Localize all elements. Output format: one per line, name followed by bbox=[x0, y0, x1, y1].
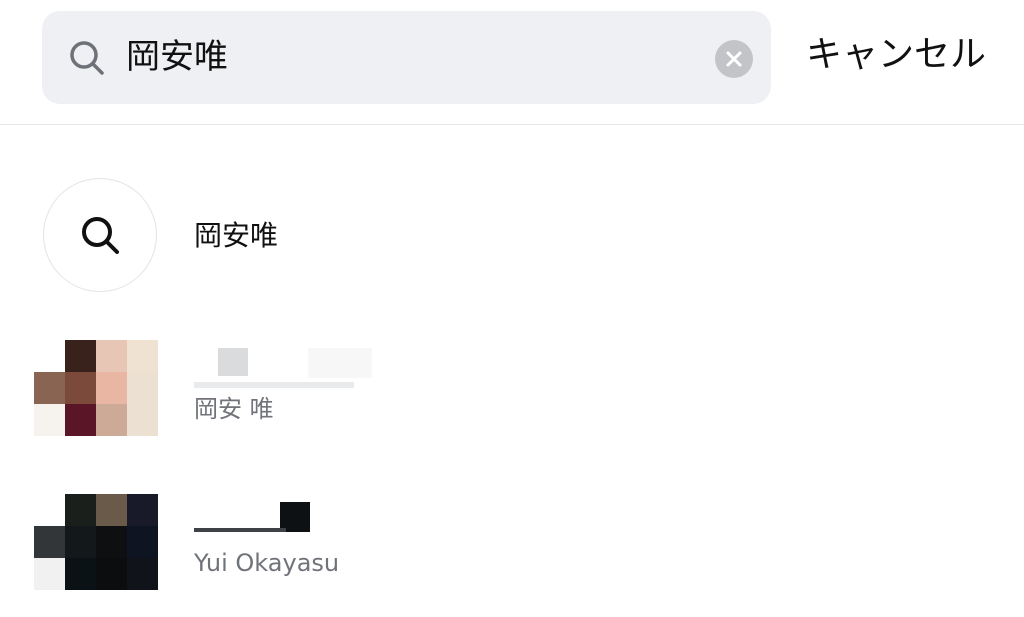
suggestion-icon-circle bbox=[43, 178, 157, 292]
avatar bbox=[34, 494, 158, 590]
username-redacted bbox=[192, 492, 382, 542]
search-icon bbox=[67, 38, 107, 78]
search-input[interactable]: 岡安唯 bbox=[126, 33, 228, 81]
avatar bbox=[34, 340, 158, 436]
user-result-row[interactable]: 岡安 唯 bbox=[0, 330, 1024, 440]
divider bbox=[0, 124, 1024, 125]
search-bar[interactable]: 岡安唯 bbox=[42, 11, 771, 104]
suggestion-label: 岡安唯 bbox=[194, 219, 279, 252]
user-result-row[interactable]: Yui Okayasu bbox=[0, 484, 1024, 594]
search-icon bbox=[82, 217, 119, 254]
user-subtitle: 岡安 唯 bbox=[194, 395, 274, 423]
username-redacted bbox=[192, 338, 382, 388]
user-subtitle: Yui Okayasu bbox=[194, 549, 340, 577]
search-suggestion-row[interactable]: 岡安唯 bbox=[0, 178, 1024, 294]
clear-icon bbox=[726, 51, 742, 67]
cancel-button[interactable]: キャンセル bbox=[806, 30, 986, 80]
clear-search-button[interactable] bbox=[715, 40, 753, 78]
